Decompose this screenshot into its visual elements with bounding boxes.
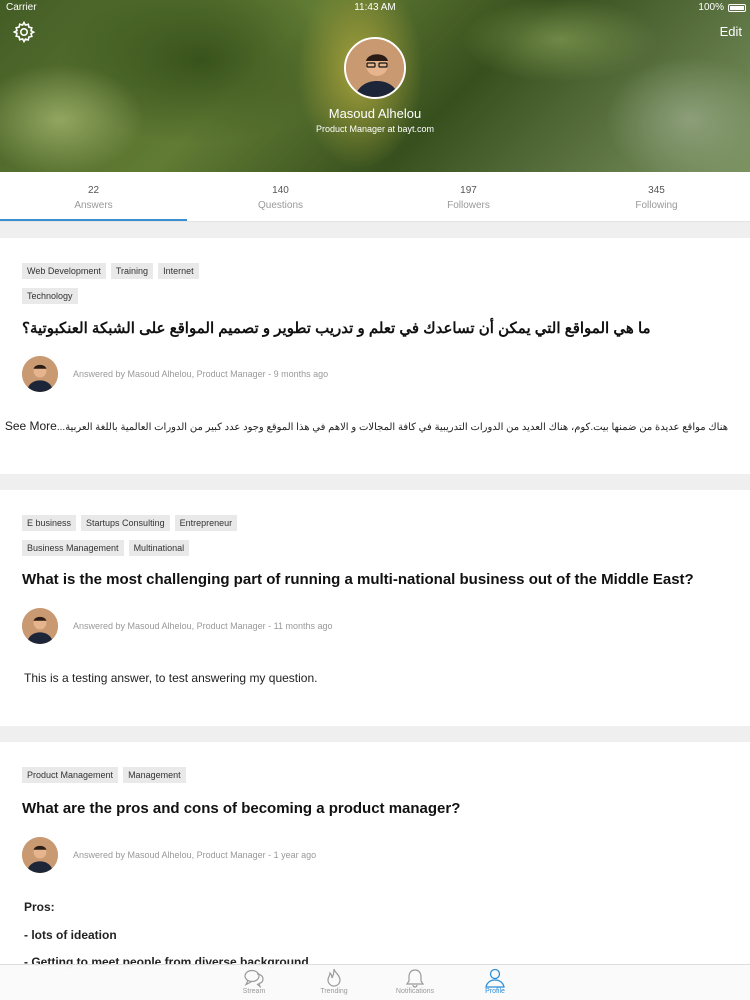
answer-line: - lots of ideation bbox=[24, 928, 117, 942]
answer-card[interactable]: Product Management Management What are th… bbox=[0, 742, 750, 969]
clock: 11:43 AM bbox=[354, 2, 396, 13]
stat-value: 140 bbox=[272, 185, 289, 196]
tag-list: E business Startups Consulting Entrepreneu… bbox=[22, 513, 242, 563]
tag-list: Web Development Training Internet Technolo… bbox=[22, 261, 204, 311]
edit-button[interactable]: Edit bbox=[720, 24, 742, 39]
stat-value: 197 bbox=[460, 185, 477, 196]
tab-bar: Stream Trending Notifications Profile bbox=[0, 964, 750, 1000]
stat-label: Answers bbox=[74, 200, 113, 211]
person-icon bbox=[485, 968, 505, 988]
answer-text: هناك مواقع عديدة من ضمنها بيت.كوم، هناك … bbox=[56, 422, 728, 433]
flame-icon bbox=[327, 968, 341, 987]
answerer-avatar[interactable] bbox=[22, 608, 58, 644]
tab-label: Profile bbox=[485, 988, 505, 995]
profile-title: Product Manager at bayt.com bbox=[315, 124, 435, 134]
tab-trending[interactable]: Trending bbox=[294, 965, 374, 1000]
tag[interactable]: Startups Consulting bbox=[81, 515, 170, 531]
answer-card[interactable]: Web Development Training Internet Technolo… bbox=[0, 238, 750, 474]
question-title[interactable]: ما هي المواقع التي يمكن أن تساعدك في تعل… bbox=[22, 319, 728, 337]
stat-label: Followers bbox=[447, 200, 490, 211]
chat-bubbles-icon bbox=[244, 969, 264, 988]
tab-label: Trending bbox=[320, 988, 348, 995]
tag[interactable]: Management bbox=[123, 767, 186, 783]
stat-label: Questions bbox=[257, 200, 304, 211]
answer-line: Pros: bbox=[24, 900, 55, 914]
answer-byline: Answered by Masoud Alhelou, Product Mana… bbox=[73, 369, 329, 379]
battery-percent: 100% bbox=[698, 2, 724, 13]
answerer-avatar[interactable] bbox=[22, 356, 58, 392]
tag[interactable]: Multinational bbox=[128, 540, 190, 556]
answer-byline: Answered by Masoud Alhelou, Product Mana… bbox=[73, 850, 317, 860]
gear-icon[interactable] bbox=[12, 20, 36, 44]
tag[interactable]: Web Development bbox=[22, 263, 106, 279]
tab-notifications[interactable]: Notifications bbox=[375, 965, 455, 1000]
tag-list: Product Management Management bbox=[22, 765, 191, 790]
profile-stats-bar: 22 Answers 140 Questions 197 Followers 3… bbox=[0, 172, 750, 222]
tab-stream[interactable]: Stream bbox=[214, 965, 294, 1000]
see-more-link[interactable]: See More bbox=[5, 419, 57, 433]
stat-answers[interactable]: 22 Answers bbox=[0, 172, 187, 222]
question-title[interactable]: What are the pros and cons of becoming a… bbox=[22, 800, 728, 817]
stat-following[interactable]: 345 Following bbox=[563, 172, 750, 222]
tag[interactable]: Internet bbox=[158, 263, 199, 279]
status-bar: Carrier 11:43 AM 100% bbox=[0, 0, 750, 16]
tag[interactable]: Technology bbox=[22, 288, 78, 304]
question-title[interactable]: What is the most challenging part of run… bbox=[22, 571, 728, 588]
stat-questions[interactable]: 140 Questions bbox=[187, 172, 374, 222]
tag[interactable]: Product Management bbox=[22, 767, 119, 783]
answerer-avatar[interactable] bbox=[22, 837, 58, 873]
answer-card[interactable]: E business Startups Consulting Entrepreneu… bbox=[0, 490, 750, 726]
stat-followers[interactable]: 197 Followers bbox=[375, 172, 562, 222]
tag[interactable]: Business Management bbox=[22, 540, 124, 556]
tab-label: Notifications bbox=[395, 988, 435, 995]
bell-icon bbox=[405, 969, 425, 988]
tab-label: Stream bbox=[242, 988, 266, 995]
stat-label: Following bbox=[635, 200, 678, 211]
answer-byline: Answered by Masoud Alhelou, Product Mana… bbox=[73, 621, 333, 631]
stat-value: 22 bbox=[87, 185, 100, 196]
active-tab-indicator bbox=[0, 219, 187, 221]
stat-value: 345 bbox=[648, 185, 665, 196]
tag[interactable]: Training bbox=[110, 263, 154, 279]
tag[interactable]: Entrepreneur bbox=[174, 515, 238, 531]
tag[interactable]: E business bbox=[22, 515, 77, 531]
profile-avatar[interactable] bbox=[344, 37, 406, 99]
battery-icon bbox=[728, 4, 746, 12]
answer-text: This is a testing answer, to test answer… bbox=[24, 671, 318, 685]
profile-name: Masoud Alhelou bbox=[328, 106, 422, 121]
tab-profile[interactable]: Profile bbox=[455, 965, 535, 1000]
answer-preview: هناك مواقع عديدة من ضمنها بيت.كوم، هناك … bbox=[5, 419, 728, 433]
